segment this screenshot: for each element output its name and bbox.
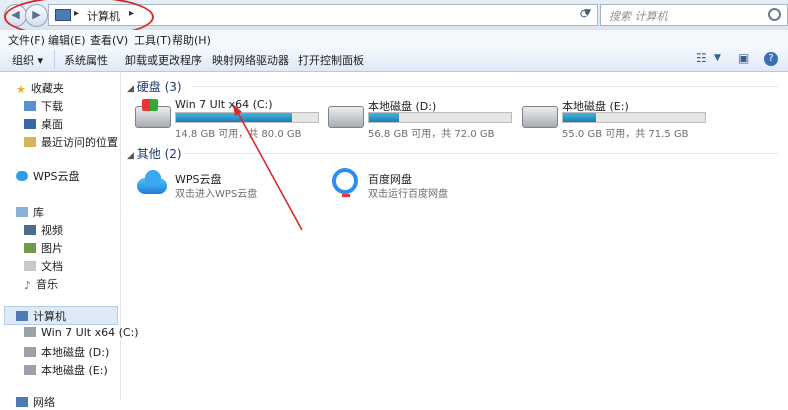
sidebar-item-downloads[interactable]: 下载 — [24, 98, 63, 114]
preview-pane-icon[interactable]: ▣ — [738, 51, 749, 65]
drive-icon — [522, 106, 558, 128]
document-icon — [24, 261, 36, 271]
search-input[interactable]: 搜索 计算机 — [600, 4, 788, 26]
menu-view[interactable]: 查看(V) — [90, 32, 128, 48]
menu-bar: 文件(F) 编辑(E) 查看(V) 工具(T) 帮助(H) — [0, 30, 788, 48]
drive-usage-fill — [176, 113, 292, 122]
collapse-icon[interactable]: ◢ — [127, 151, 137, 161]
address-input[interactable]: ▸ 计算机 ▸ ▼ — [48, 4, 598, 26]
sidebar-computer[interactable]: 计算机 — [16, 308, 66, 324]
sidebar-item-music[interactable]: ♪ 音乐 — [24, 276, 58, 292]
drive-d[interactable]: 本地磁盘 (D:) 56.8 GB 可用，共 72.0 GB — [328, 96, 518, 142]
sidebar-item-videos[interactable]: 视频 — [24, 222, 63, 238]
open-control-panel-button[interactable]: 打开控制面板 — [298, 52, 364, 68]
drive-usage-bar — [562, 112, 706, 123]
group-header-hard-disks[interactable]: ◢ 硬盘 (3) — [127, 78, 182, 95]
picture-icon — [24, 243, 36, 253]
sidebar-item-drive-d[interactable]: 本地磁盘 (D:) — [24, 344, 109, 360]
sidebar-wps-cloud[interactable]: WPS云盘 — [16, 168, 80, 184]
network-icon — [16, 397, 28, 407]
menu-help[interactable]: 帮助(H) — [172, 32, 211, 48]
system-properties-button[interactable]: 系统属性 — [64, 52, 108, 68]
menu-file[interactable]: 文件(F) — [8, 32, 45, 48]
forward-button[interactable]: ▶ — [25, 4, 48, 27]
back-button[interactable]: ◀ — [4, 4, 27, 27]
drive-icon — [328, 106, 364, 128]
breadcrumb-chevron-icon[interactable]: ▸ — [74, 8, 79, 19]
wps-cloud-icon — [16, 171, 28, 181]
drive-c[interactable]: Win 7 Ult x64 (C:) 14.8 GB 可用，共 80.0 GB — [135, 96, 325, 142]
drive-free-space: 56.8 GB 可用，共 72.0 GB — [368, 129, 495, 140]
baidu-netdisk-icon — [332, 168, 358, 197]
drive-icon — [24, 347, 36, 357]
breadcrumb-computer[interactable]: 计算机 — [87, 8, 120, 24]
group-divider — [193, 86, 778, 87]
computer-icon — [16, 311, 28, 321]
drive-icon — [24, 365, 36, 375]
system-drive-icon — [135, 99, 171, 128]
sidebar-item-drive-e[interactable]: 本地磁盘 (E:) — [24, 362, 108, 378]
sidebar-item-recent[interactable]: 最近访问的位置 — [24, 134, 118, 150]
help-icon[interactable]: ? — [764, 52, 778, 66]
sidebar-item-documents[interactable]: 文档 — [24, 258, 63, 274]
view-options-icon[interactable]: ☷ — [696, 51, 707, 65]
star-icon: ★ — [16, 83, 26, 96]
toolbar-divider — [54, 50, 55, 68]
group-header-other[interactable]: ◢ 其他 (2) — [127, 145, 182, 162]
map-network-drive-button[interactable]: 映射网络驱动器 — [212, 52, 289, 68]
wps-cloud-icon — [135, 170, 169, 194]
sidebar-network[interactable]: 网络 — [16, 394, 55, 410]
drive-icon — [24, 327, 36, 337]
uninstall-program-button[interactable]: 卸载或更改程序 — [125, 52, 202, 68]
drive-free-space: 55.0 GB 可用，共 71.5 GB — [562, 129, 689, 140]
organize-button[interactable]: 组织 ▾ — [12, 52, 43, 68]
video-icon — [24, 225, 36, 235]
wps-cloud-item[interactable]: WPS云盘 双击进入WPS云盘 — [135, 168, 335, 208]
breadcrumb-chevron-icon[interactable]: ▸ — [129, 8, 134, 19]
command-bar: 组织 ▾ 系统属性 卸载或更改程序 映射网络驱动器 打开控制面板 ☷ ▼ ▣ ? — [0, 47, 788, 72]
menu-edit[interactable]: 编辑(E) — [48, 32, 86, 48]
collapse-icon[interactable]: ◢ — [127, 84, 137, 94]
item-description: 双击运行百度网盘 — [368, 189, 448, 200]
drive-name: Win 7 Ult x64 (C:) — [175, 98, 273, 111]
library-icon — [16, 207, 28, 217]
drive-usage-fill — [563, 113, 596, 122]
computer-icon — [55, 9, 71, 21]
recent-places-icon — [24, 137, 36, 147]
group-divider — [185, 153, 778, 154]
search-icon[interactable] — [768, 8, 781, 21]
download-icon — [24, 101, 36, 111]
refresh-icon[interactable]: ⟳ — [580, 7, 590, 21]
baidu-netdisk-item[interactable]: 百度网盘 双击运行百度网盘 — [328, 168, 528, 208]
menu-tools[interactable]: 工具(T) — [134, 32, 171, 48]
navigation-pane: ★ 收藏夹 下载 桌面 最近访问的位置 WPS云盘 库 视频 图片 文档 ♪ 音乐 … — [0, 72, 139, 409]
content-pane: ◢ 硬盘 (3) Win 7 Ult x64 (C:) 14.8 GB 可用，共… — [121, 72, 788, 400]
music-icon: ♪ — [24, 279, 32, 292]
drive-usage-bar — [175, 112, 319, 123]
sidebar-item-pictures[interactable]: 图片 — [24, 240, 63, 256]
drive-free-space: 14.8 GB 可用，共 80.0 GB — [175, 129, 302, 140]
sidebar-item-desktop[interactable]: 桌面 — [24, 116, 63, 132]
drive-e[interactable]: 本地磁盘 (E:) 55.0 GB 可用，共 71.5 GB — [522, 96, 712, 142]
drive-usage-bar — [368, 112, 512, 123]
drive-usage-fill — [369, 113, 399, 122]
chevron-down-icon[interactable]: ▼ — [714, 53, 721, 63]
sidebar-library[interactable]: 库 — [16, 204, 44, 220]
desktop-icon — [24, 119, 36, 129]
search-placeholder: 搜索 计算机 — [609, 10, 668, 23]
sidebar-favorites[interactable]: ★ 收藏夹 — [16, 80, 64, 96]
item-description: 双击进入WPS云盘 — [175, 189, 258, 200]
address-bar-area: ◀ ▶ ▸ 计算机 ▸ ▼ ⟳ 搜索 计算机 — [0, 0, 788, 38]
